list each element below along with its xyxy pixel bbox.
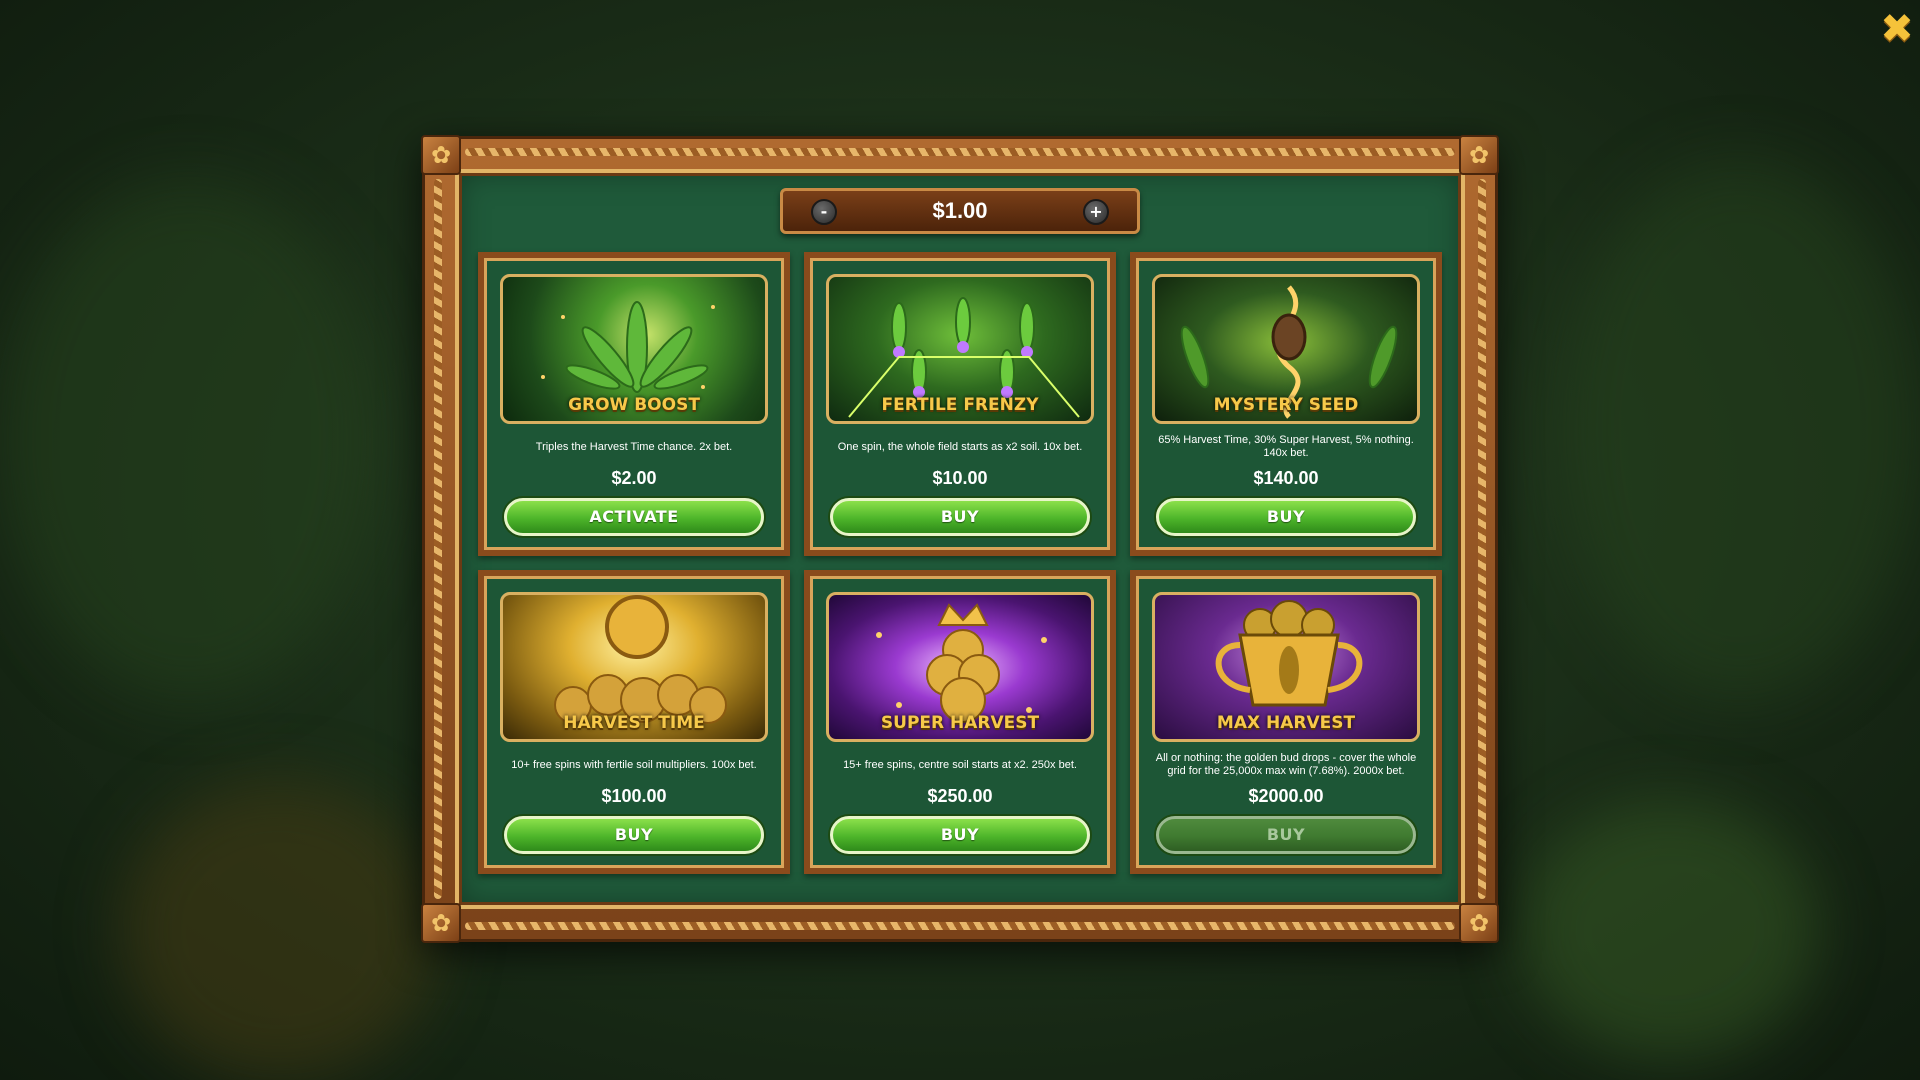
feature-card-fertile-frenzy: FERTILE FRENZY One spin, the whole field… xyxy=(804,252,1116,556)
bet-amount: $1.00 xyxy=(932,198,988,223)
max-harvest-art: MAX HARVEST xyxy=(1152,592,1420,742)
rope-left xyxy=(434,179,442,899)
buy-button[interactable]: BUY xyxy=(830,498,1090,536)
feature-card-mystery-seed: MYSTERY SEED 65% Harvest Time, 30% Super… xyxy=(1130,252,1442,556)
feature-card-grow-boost: GROW BOOST Triples the Harvest Time chan… xyxy=(478,252,790,556)
leaf-corner-icon: ✿ xyxy=(1459,135,1499,175)
feature-card-max-harvest: MAX HARVEST All or nothing: the golden b… xyxy=(1130,570,1442,874)
card-title: MAX HARVEST xyxy=(1216,713,1356,733)
rope-bottom xyxy=(465,922,1455,930)
card-description: 10+ free spins with fertile soil multipl… xyxy=(511,758,757,771)
card-price: $100.00 xyxy=(601,786,667,806)
card-title: MYSTERY SEED xyxy=(1213,395,1359,415)
leaf-corner-icon: ✿ xyxy=(1459,903,1499,943)
leaf-corner-icon: ✿ xyxy=(421,903,461,943)
card-description: One spin, the whole field starts as x2 s… xyxy=(837,440,1083,453)
background-blur xyxy=(1560,160,1920,700)
mystery-seed-art: MYSTERY SEED xyxy=(1152,274,1420,424)
bet-selector: - $1.00 + xyxy=(780,188,1140,234)
buy-button-disabled[interactable]: BUY xyxy=(1156,816,1416,854)
feature-card-super-harvest: SUPER HARVEST 15+ free spins, centre soi… xyxy=(804,570,1116,874)
buy-button[interactable]: BUY xyxy=(830,816,1090,854)
rope-right xyxy=(1478,179,1486,899)
card-price: $140.00 xyxy=(1253,468,1319,488)
background-blur xyxy=(120,780,440,1080)
activate-button[interactable]: ACTIVATE xyxy=(504,498,764,536)
card-price: $2.00 xyxy=(611,468,657,488)
background-blur xyxy=(1520,800,1820,1060)
card-title: GROW BOOST xyxy=(568,395,700,415)
card-description: 15+ free spins, centre soil starts at x2… xyxy=(843,758,1077,771)
buy-button[interactable]: BUY xyxy=(1156,498,1416,536)
card-title: FERTILE FRENZY xyxy=(881,395,1039,415)
card-description: Triples the Harvest Time chance. 2x bet. xyxy=(535,440,733,453)
card-price: $2000.00 xyxy=(1248,786,1324,806)
close-icon[interactable]: ✖ xyxy=(1878,9,1916,49)
grow-boost-art: GROW BOOST xyxy=(500,274,768,424)
leaf-corner-icon: ✿ xyxy=(421,135,461,175)
bet-increase-button[interactable]: + xyxy=(1083,199,1109,225)
card-title: HARVEST TIME xyxy=(563,713,705,733)
card-description: 65% Harvest Time, 30% Super Harvest, 5% … xyxy=(1158,434,1414,459)
bet-decrease-button[interactable]: - xyxy=(811,199,837,225)
card-description: All or nothing: the golden bud drops - c… xyxy=(1155,752,1417,777)
card-price: $10.00 xyxy=(932,468,988,488)
buy-button[interactable]: BUY xyxy=(504,816,764,854)
rope-top xyxy=(465,148,1455,156)
card-price: $250.00 xyxy=(927,786,993,806)
fertile-frenzy-art: FERTILE FRENZY xyxy=(826,274,1094,424)
background-blur xyxy=(0,180,380,700)
feature-card-harvest-time: HARVEST TIME 10+ free spins with fertile… xyxy=(478,570,790,874)
harvest-time-art: HARVEST TIME xyxy=(500,592,768,742)
card-title: SUPER HARVEST xyxy=(880,713,1040,733)
super-harvest-art: SUPER HARVEST xyxy=(826,592,1094,742)
